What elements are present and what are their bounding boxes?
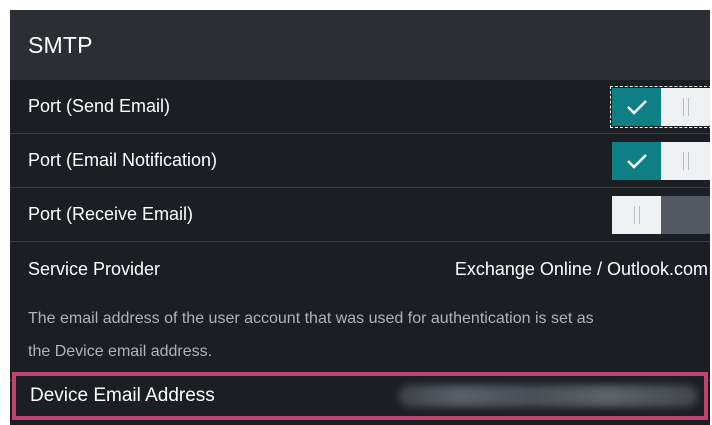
port-email-notification-toggle[interactable]	[612, 141, 710, 180]
device-email-address-label: Device Email Address	[30, 385, 215, 406]
service-provider-label: Service Provider	[28, 258, 161, 279]
port-send-email-toggle[interactable]	[610, 85, 712, 128]
toggle-on-segment	[612, 87, 661, 126]
check-icon	[626, 99, 648, 115]
grip-icon	[682, 97, 689, 116]
row-port-send-email: Port (Send Email)	[10, 80, 712, 134]
authentication-description: The email address of the user account th…	[10, 296, 710, 381]
check-icon	[626, 153, 648, 169]
port-receive-email-toggle[interactable]	[612, 195, 710, 234]
row-port-receive-email: Port (Receive Email)	[10, 188, 710, 242]
description-line-2: the Device email address.	[28, 343, 213, 360]
section-title: SMTP	[28, 31, 93, 58]
smtp-settings-panel: SMTP Port (Send Email) Port (Email Notif…	[10, 10, 712, 425]
row-port-email-notification: Port (Email Notification)	[10, 134, 710, 188]
service-provider-value: Exchange Online / Outlook.com	[454, 258, 708, 279]
section-header: SMTP	[10, 10, 710, 80]
toggle-on-segment	[612, 141, 661, 180]
row-label: Port (Email Notification)	[28, 150, 218, 170]
description-line-1: The email address of the user account th…	[28, 310, 594, 327]
device-email-address-row[interactable]: Device Email Address	[12, 372, 708, 420]
toggle-off-segment	[661, 195, 710, 234]
toggle-thumb	[661, 141, 710, 180]
grip-icon	[633, 205, 640, 224]
row-label: Port (Send Email)	[28, 96, 171, 116]
toggle-thumb	[612, 195, 661, 234]
toggle-thumb	[661, 87, 710, 126]
row-service-provider: Service Provider Exchange Online / Outlo…	[10, 242, 710, 296]
device-email-address-value-redacted	[398, 385, 698, 407]
row-label: Port (Receive Email)	[28, 204, 194, 224]
grip-icon	[682, 151, 689, 170]
